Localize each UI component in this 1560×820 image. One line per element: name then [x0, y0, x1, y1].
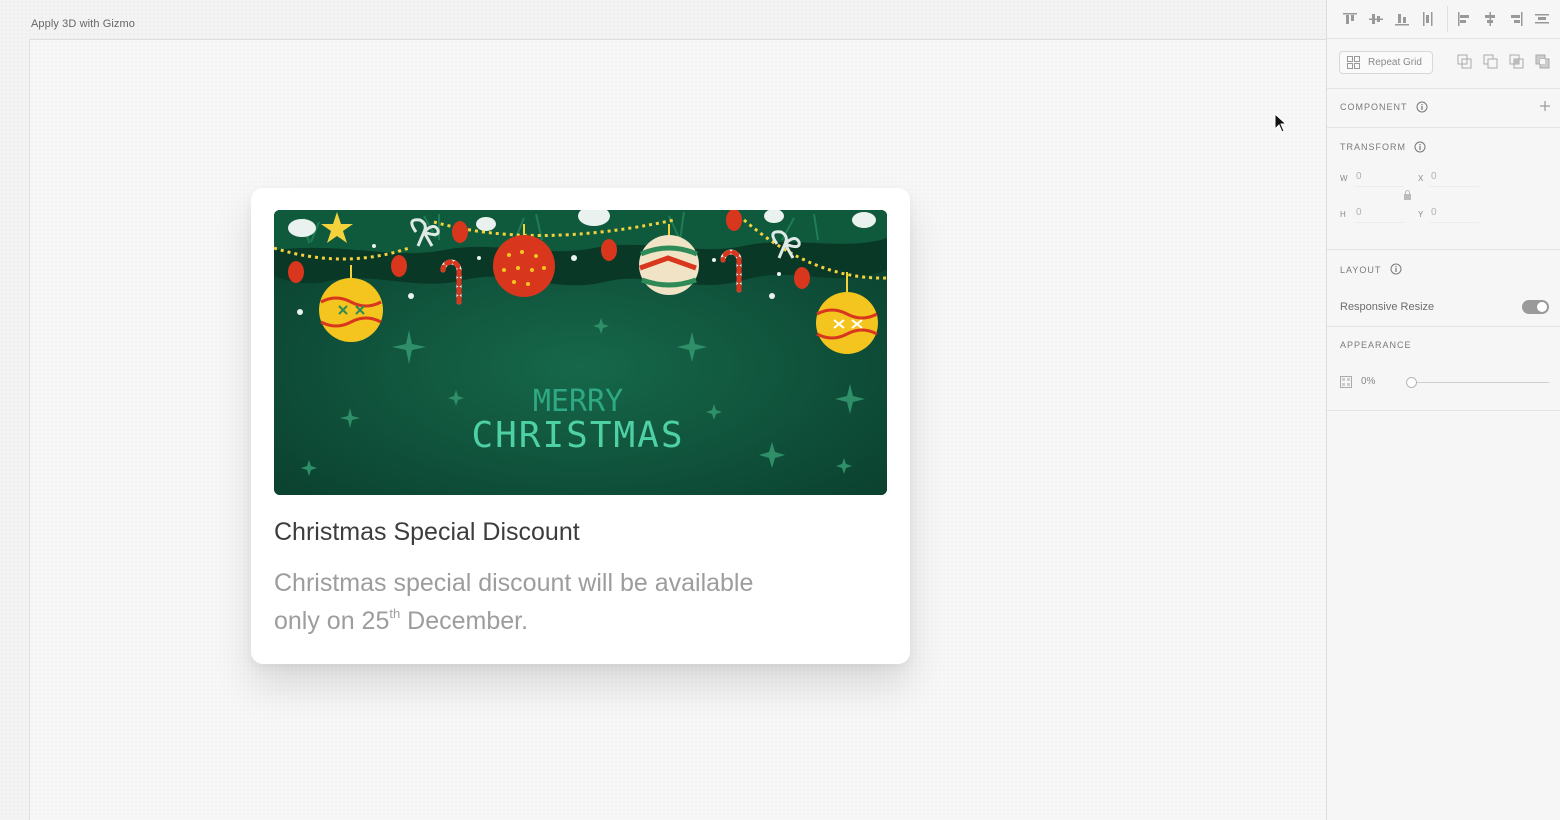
alignment-toolbar [1327, 0, 1560, 39]
align-center-icon[interactable] [1481, 10, 1499, 28]
x-label: X [1418, 174, 1424, 183]
design-canvas[interactable]: Apply 3D with Gizmo MERRY CHRISTMAS Chri… [0, 0, 1326, 820]
lock-icon[interactable] [1403, 190, 1412, 200]
artboard-title[interactable]: Apply 3D with Gizmo [31, 18, 135, 30]
boolean-add-icon[interactable] [1457, 54, 1473, 70]
desc-superscript: th [389, 606, 401, 621]
x-field[interactable]: 0 [1431, 171, 1437, 182]
width-label: W [1340, 174, 1348, 183]
transform-section-label: TRANSFORM [1340, 142, 1406, 152]
opacity-icon [1340, 376, 1352, 388]
repeat-grid-icon [1347, 56, 1360, 69]
card-description-line-2: only on 25th December. [274, 602, 834, 640]
info-icon[interactable] [1414, 141, 1426, 153]
boolean-exclude-icon[interactable] [1535, 54, 1551, 70]
opacity-slider-track[interactable] [1411, 382, 1549, 383]
appearance-section-label: APPEARANCE [1340, 340, 1412, 350]
info-icon[interactable] [1416, 101, 1428, 113]
section-divider [1327, 127, 1560, 128]
section-divider [1327, 249, 1560, 250]
align-left-icon[interactable] [1455, 10, 1473, 28]
toolbar-separator [1447, 6, 1448, 32]
align-right-icon[interactable] [1507, 10, 1525, 28]
opacity-field[interactable]: 0% [1361, 376, 1375, 387]
responsive-resize-toggle[interactable] [1522, 300, 1549, 314]
opacity-slider-thumb[interactable] [1406, 377, 1417, 388]
banner-title-christmas: CHRISTMAS [471, 415, 684, 456]
info-icon[interactable] [1390, 263, 1402, 275]
align-bottom-icon[interactable] [1393, 10, 1411, 28]
width-field[interactable]: 0 [1356, 171, 1362, 182]
boolean-subtract-icon[interactable] [1483, 54, 1499, 70]
y-field[interactable]: 0 [1431, 207, 1437, 218]
banner-title-merry: MERRY [533, 384, 623, 419]
responsive-resize-label: Responsive Resize [1340, 301, 1435, 313]
section-divider [1327, 410, 1560, 411]
distribute-horizontal-icon[interactable] [1533, 10, 1551, 28]
y-label: Y [1418, 210, 1424, 219]
component-section-label: COMPONENT [1340, 102, 1408, 112]
boolean-intersect-icon[interactable] [1509, 54, 1525, 70]
repeat-grid-label: Repeat Grid [1368, 57, 1422, 68]
x-field-underline [1429, 186, 1479, 187]
card-title[interactable]: Christmas Special Discount [274, 518, 580, 547]
height-field-underline [1354, 222, 1404, 223]
discount-card[interactable]: MERRY CHRISTMAS Christmas Special Discou… [251, 188, 910, 664]
y-field-underline [1429, 222, 1479, 223]
height-field[interactable]: 0 [1356, 207, 1362, 218]
align-middle-icon[interactable] [1367, 10, 1385, 28]
section-divider [1327, 326, 1560, 327]
section-divider [1327, 88, 1560, 89]
repeat-grid-button[interactable]: Repeat Grid [1339, 51, 1433, 74]
property-inspector: Repeat Grid COMPONENT TRANSFORM W 0 X 0 … [1326, 0, 1560, 820]
card-description-line-1: Christmas special discount will be avail… [274, 569, 754, 597]
width-field-underline [1354, 186, 1404, 187]
plus-icon[interactable] [1538, 99, 1552, 113]
cursor-icon [1274, 113, 1286, 133]
desc-prefix: only on 25 [274, 607, 390, 635]
card-description[interactable]: Christmas special discount will be avail… [274, 564, 834, 640]
distribute-vertical-icon[interactable] [1419, 10, 1437, 28]
christmas-banner-image[interactable]: MERRY CHRISTMAS [274, 210, 887, 495]
layout-section-label: LAYOUT [1340, 265, 1382, 275]
height-label: H [1340, 210, 1346, 219]
align-top-icon[interactable] [1341, 10, 1359, 28]
desc-suffix: December. [400, 607, 529, 635]
toggle-knob [1537, 302, 1547, 312]
